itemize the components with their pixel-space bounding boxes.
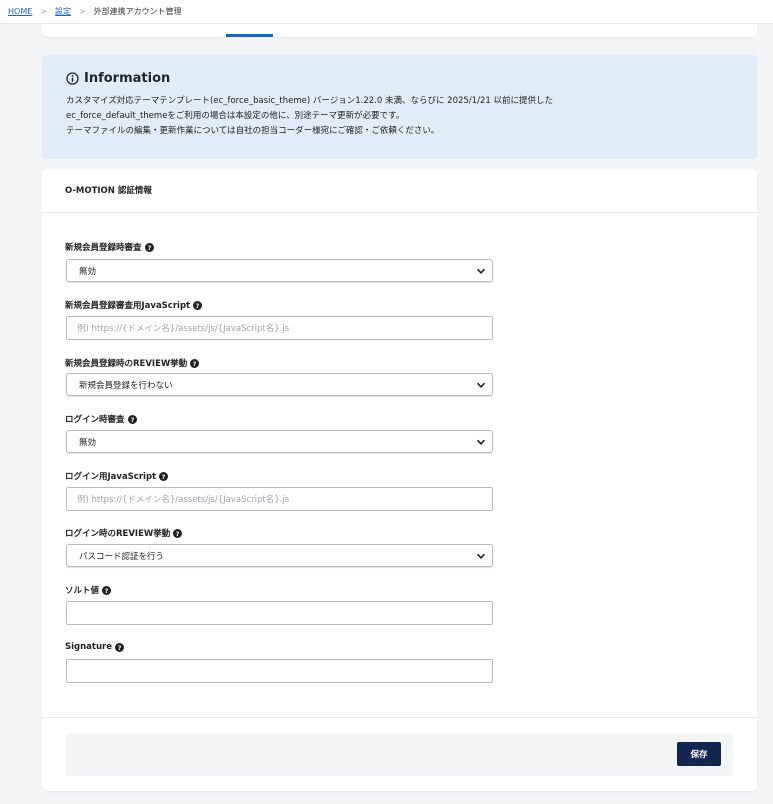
field-label-text: ログイン時のREVIEW挙動 <box>65 529 171 539</box>
login-review-behavior-select[interactable]: パスコード認証を行う <box>66 544 493 567</box>
breadcrumb-separator: > <box>78 7 86 16</box>
question-circle-icon[interactable]: ? <box>114 642 124 652</box>
input-placeholder: 例) https://{ドメイン名}/assets/js/{JavaScript… <box>77 495 290 505</box>
question-circle-icon[interactable]: ? <box>173 528 183 538</box>
information-title: Information <box>84 71 171 86</box>
svg-text:?: ? <box>162 473 166 480</box>
breadcrumb-separator: > <box>40 7 47 16</box>
select-value: 新規会員登録を行わない <box>79 380 173 391</box>
info-circle-icon <box>66 72 79 85</box>
select-value: 無効 <box>79 266 97 277</box>
question-circle-icon[interactable]: ? <box>159 471 169 481</box>
chevron-down-icon <box>476 551 486 561</box>
form-footer: 保存 <box>66 734 733 776</box>
field-label-text: 新規会員登録時のREVIEW挙動 <box>65 359 188 369</box>
information-notice: Information カスタマイズ対応テーマテンプレート(ec_force_b… <box>42 55 757 159</box>
field-label-login-review-behavior: ログイン時のREVIEW挙動 ? <box>65 527 183 539</box>
save-button[interactable]: 保存 <box>677 742 721 766</box>
salt-input[interactable] <box>66 601 493 625</box>
information-text-line: カスタマイズ対応テーマテンプレート(ec_force_basic_theme) … <box>66 96 553 106</box>
select-value: パスコード認証を行う <box>79 551 165 562</box>
field-label-text: Signature <box>65 642 112 652</box>
footer-divider <box>42 717 757 718</box>
svg-text:?: ? <box>147 244 151 251</box>
field-label-signature: Signature ? <box>65 642 124 652</box>
svg-text:?: ? <box>196 302 200 309</box>
question-circle-icon[interactable]: ? <box>102 585 112 595</box>
question-circle-icon[interactable]: ? <box>127 414 137 424</box>
new-member-review-select[interactable]: 無効 <box>66 259 493 282</box>
tab-card <box>42 24 757 37</box>
question-circle-icon[interactable]: ? <box>144 242 154 252</box>
login-js-input[interactable]: 例) https://{ドメイン名}/assets/js/{JavaScript… <box>66 487 493 511</box>
field-label-new-member-review: 新規会員登録時審査 ? <box>65 241 154 253</box>
section-title: O-MOTION 認証情報 <box>42 169 757 213</box>
svg-text:?: ? <box>105 587 109 594</box>
select-value: 無効 <box>79 437 97 448</box>
omotion-settings-card: O-MOTION 認証情報 新規会員登録時審査 ? 無効 新規会員登録審査用Ja… <box>42 169 757 791</box>
chevron-down-icon <box>476 437 486 447</box>
chevron-down-icon <box>476 266 486 276</box>
field-label-text: ログイン用JavaScript <box>65 472 157 482</box>
information-text-line: テーマファイルの編集・更新作業については自社の担当コーダー様宛にご確認・ご依頼く… <box>66 126 440 136</box>
chevron-down-icon <box>476 380 486 390</box>
question-circle-icon[interactable]: ? <box>193 300 203 310</box>
field-label-login-js: ログイン用JavaScript ? <box>65 470 169 482</box>
signature-input[interactable] <box>66 659 493 683</box>
information-title-row: Information <box>66 71 757 86</box>
input-placeholder: 例) https://{ドメイン名}/assets/js/{JavaScript… <box>77 324 290 334</box>
field-label-new-member-js: 新規会員登録審査用JavaScript ? <box>65 299 203 311</box>
field-label-text: 新規会員登録時審査 <box>65 243 142 253</box>
question-circle-icon[interactable]: ? <box>190 358 200 368</box>
svg-text:?: ? <box>130 416 134 423</box>
login-review-select[interactable]: 無効 <box>66 430 493 453</box>
breadcrumb-settings-link[interactable]: 設定 <box>55 6 71 17</box>
field-label-login-review: ログイン時審査 ? <box>65 413 137 425</box>
breadcrumb: HOME > 設定 > 外部連携アカウント管理 <box>0 0 773 24</box>
svg-text:?: ? <box>118 644 122 651</box>
breadcrumb-current: 外部連携アカウント管理 <box>93 7 182 16</box>
active-tab-indicator <box>226 34 273 37</box>
svg-text:?: ? <box>176 530 180 537</box>
svg-text:?: ? <box>193 360 197 367</box>
field-label-text: 新規会員登録審査用JavaScript <box>65 301 191 311</box>
field-label-text: ログイン時審査 <box>65 415 125 425</box>
field-label-new-member-review-behavior: 新規会員登録時のREVIEW挙動 ? <box>65 357 200 369</box>
field-label-salt: ソルト値 ? <box>65 584 112 596</box>
new-member-js-input[interactable]: 例) https://{ドメイン名}/assets/js/{JavaScript… <box>66 316 493 340</box>
breadcrumb-home-link[interactable]: HOME <box>8 7 32 16</box>
information-text-line: ec_force_default_themeをご利用の場合は本設定の他に、別途テ… <box>66 111 405 121</box>
new-member-review-behavior-select[interactable]: 新規会員登録を行わない <box>66 373 493 396</box>
field-label-text: ソルト値 <box>65 586 100 596</box>
